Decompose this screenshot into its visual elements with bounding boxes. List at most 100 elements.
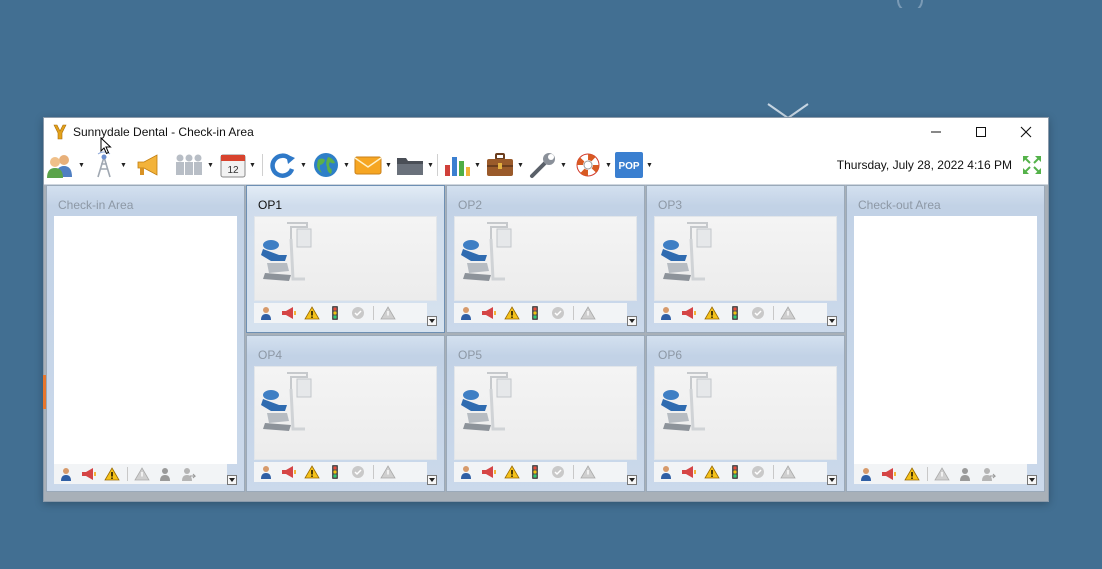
traffic-light-icon[interactable] [527, 464, 543, 480]
traffic-light-icon[interactable] [527, 305, 543, 321]
patient-icon[interactable] [658, 305, 674, 321]
folder-button[interactable]: ▼ [395, 150, 434, 180]
patients-button[interactable]: ▼ [46, 150, 85, 180]
mail-button[interactable]: ▼ [353, 150, 392, 180]
inactive-alert-icon[interactable] [380, 305, 396, 321]
patient-icon[interactable] [258, 464, 274, 480]
operatory-chair-area[interactable] [254, 216, 437, 301]
chevron-down-icon [829, 318, 835, 323]
status-separator [773, 306, 774, 320]
checkin-area-panel[interactable]: Check-in Area [46, 185, 245, 492]
panel-menu-button[interactable] [827, 475, 837, 485]
operatory-chair-area[interactable] [254, 366, 437, 460]
alert-icon[interactable] [304, 305, 320, 321]
panel-menu-button[interactable] [627, 316, 637, 326]
alert-icon[interactable] [304, 464, 320, 480]
checkin-area-list[interactable] [54, 216, 237, 464]
operatory-chair-area[interactable] [654, 216, 837, 301]
pop-button[interactable]: POP ▼ [614, 150, 653, 180]
refresh-button[interactable]: ▼ [268, 150, 307, 180]
person-exit-icon[interactable] [180, 466, 196, 482]
operatory-status-bar [654, 303, 827, 323]
inactive-alert-icon[interactable] [134, 466, 150, 482]
operatory-panel-op3[interactable]: OP3 [646, 185, 845, 333]
operatory-panel-op1[interactable]: OP1 [246, 185, 445, 333]
check-circle-icon[interactable] [750, 305, 766, 321]
patient-icon[interactable] [858, 466, 874, 482]
minimize-button[interactable] [913, 118, 958, 146]
page-icon[interactable] [681, 464, 697, 480]
current-datetime: Thursday, July 28, 2022 4:16 PM [836, 158, 1012, 172]
page-icon[interactable] [481, 305, 497, 321]
inactive-alert-icon[interactable] [934, 466, 950, 482]
traffic-light-icon[interactable] [327, 464, 343, 480]
patient-icon[interactable] [258, 305, 274, 321]
checkout-area-list[interactable] [854, 216, 1037, 464]
operatory-chair-area[interactable] [654, 366, 837, 460]
page-icon[interactable] [681, 305, 697, 321]
traffic-light-icon[interactable] [327, 305, 343, 321]
alert-icon[interactable] [904, 466, 920, 482]
maximize-button[interactable] [958, 118, 1003, 146]
inactive-alert-icon[interactable] [780, 305, 796, 321]
check-circle-icon[interactable] [550, 464, 566, 480]
toolbar-separator [437, 154, 438, 176]
page-icon[interactable] [281, 305, 297, 321]
panel-menu-button[interactable] [427, 475, 437, 485]
alert-icon[interactable] [504, 464, 520, 480]
panel-menu-button[interactable] [827, 316, 837, 326]
alert-icon[interactable] [504, 305, 520, 321]
patient-icon[interactable] [458, 305, 474, 321]
operatory-chair-area[interactable] [454, 366, 637, 460]
inactive-alert-icon[interactable] [780, 464, 796, 480]
tools-button[interactable]: ▼ [528, 150, 567, 180]
panel-menu-button[interactable] [227, 475, 237, 485]
check-circle-icon[interactable] [750, 464, 766, 480]
patient-icon[interactable] [58, 466, 74, 482]
megaphone-button[interactable] [135, 150, 163, 180]
check-circle-icon[interactable] [550, 305, 566, 321]
check-circle-icon[interactable] [350, 464, 366, 480]
operatory-chair-area[interactable] [454, 216, 637, 301]
patient-icon[interactable] [458, 464, 474, 480]
check-circle-icon[interactable] [350, 305, 366, 321]
inactive-alert-icon[interactable] [580, 305, 596, 321]
operatory-panel-op6[interactable]: OP6 [646, 335, 845, 492]
operatory-panel-op4[interactable]: OP4 [246, 335, 445, 492]
patient-icon[interactable] [658, 464, 674, 480]
operatory-panel-op5[interactable]: OP5 [446, 335, 645, 492]
panel-menu-button[interactable] [1027, 475, 1037, 485]
alert-icon[interactable] [704, 305, 720, 321]
person-gray-icon[interactable] [157, 466, 173, 482]
help-button[interactable]: ▼ [573, 150, 612, 180]
close-button[interactable] [1003, 118, 1048, 146]
person-gray-icon[interactable] [957, 466, 973, 482]
briefcase-button[interactable]: ▼ [485, 150, 524, 180]
mail-icon [354, 156, 382, 175]
calendar-button[interactable]: 12 ▼ [219, 150, 256, 180]
traffic-light-icon[interactable] [727, 464, 743, 480]
inactive-alert-icon[interactable] [380, 464, 396, 480]
person-exit-icon[interactable] [980, 466, 996, 482]
title-bar[interactable]: Sunnydale Dental - Check-in Area [44, 118, 1048, 146]
traffic-light-icon[interactable] [727, 305, 743, 321]
maximize-icon [975, 127, 986, 137]
operatory-panel-op2[interactable]: OP2 [446, 185, 645, 333]
expand-icon[interactable] [1022, 155, 1042, 175]
globe-button[interactable]: ▼ [311, 150, 350, 180]
page-icon[interactable] [881, 466, 897, 482]
staff-button[interactable]: ▼ [173, 150, 214, 180]
alert-icon[interactable] [704, 464, 720, 480]
alert-icon[interactable] [104, 466, 120, 482]
chevron-down-icon [629, 318, 635, 323]
panel-menu-button[interactable] [427, 316, 437, 326]
checkout-area-panel[interactable]: Check-out Area [846, 185, 1045, 492]
status-separator [127, 467, 128, 481]
reports-button[interactable]: ▼ [442, 150, 481, 180]
panel-menu-button[interactable] [627, 475, 637, 485]
page-icon[interactable] [481, 464, 497, 480]
pop-label: POP [618, 161, 639, 172]
page-icon[interactable] [281, 464, 297, 480]
page-icon[interactable] [81, 466, 97, 482]
inactive-alert-icon[interactable] [580, 464, 596, 480]
